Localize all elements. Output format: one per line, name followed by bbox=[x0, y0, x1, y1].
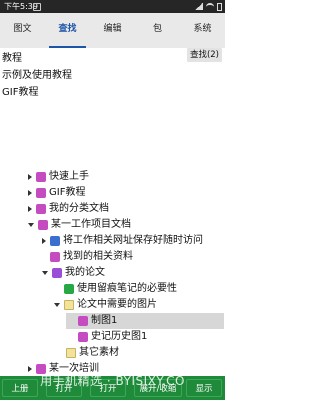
tab-bar: 图文 查找 编辑 包 系统 bbox=[0, 13, 225, 49]
tree-item[interactable]: 找到的相关资料 bbox=[50, 249, 133, 265]
tree-item-label: 某一工作项目文档 bbox=[51, 219, 131, 230]
toolbar-button-1[interactable]: 上册 bbox=[2, 379, 38, 397]
tree-item[interactable]: 史记历史图1 bbox=[78, 329, 147, 345]
document-icon bbox=[36, 172, 46, 182]
tree-item-label: 找到的相关资料 bbox=[63, 251, 133, 262]
tree-item[interactable]: 快速上手 bbox=[28, 169, 89, 185]
tree-item-label: GIF教程 bbox=[49, 187, 86, 198]
battery-icon bbox=[217, 2, 222, 11]
signal-icon bbox=[195, 3, 203, 10]
collapse-arrow-icon[interactable] bbox=[28, 223, 34, 227]
status-icons bbox=[195, 0, 222, 13]
find-count-button[interactable]: 查找(2) bbox=[186, 48, 222, 62]
document-icon bbox=[50, 252, 60, 262]
tab-edit[interactable]: 编辑 bbox=[90, 13, 135, 48]
notification-icon bbox=[33, 3, 41, 11]
expand-arrow-icon[interactable] bbox=[42, 238, 46, 244]
tree-item[interactable]: 某一工作项目文档 bbox=[28, 217, 131, 233]
tree-item-label: 将工作相关网址保存好随时访问 bbox=[63, 235, 203, 246]
tree-item-label: 某一次培训 bbox=[49, 363, 99, 374]
tree-item-label: 我的分类文档 bbox=[49, 203, 109, 214]
document-icon bbox=[36, 188, 46, 198]
collapse-arrow-icon[interactable] bbox=[42, 271, 48, 275]
document-tree: 快速上手 GIF教程 我的分类文档 某一工作项目文档 将工作相关网址保存好随时访… bbox=[0, 166, 225, 376]
tree-item-label: 制图1 bbox=[91, 315, 118, 326]
collapse-arrow-icon[interactable] bbox=[54, 303, 60, 307]
tab-tuwen[interactable]: 图文 bbox=[0, 13, 45, 48]
wifi-icon bbox=[206, 2, 214, 11]
tree-item[interactable]: 将工作相关网址保存好随时访问 bbox=[42, 233, 203, 249]
doc-line: 教程 bbox=[2, 53, 22, 64]
tab-package[interactable]: 包 bbox=[135, 13, 180, 48]
document-icon bbox=[36, 204, 46, 214]
tree-item-selected[interactable]: 制图1 bbox=[66, 313, 224, 329]
folder-icon bbox=[66, 348, 76, 358]
toolbar-button-2[interactable]: 打开 bbox=[46, 379, 82, 397]
document-icon bbox=[38, 220, 48, 230]
bottom-toolbar: 上册 打开 打开 展开/收缩 显示 bbox=[0, 376, 225, 400]
tab-find[interactable]: 查找 bbox=[45, 13, 90, 48]
folder-icon bbox=[64, 300, 74, 310]
toolbar-button-open[interactable]: 打开 bbox=[90, 379, 126, 397]
document-icon bbox=[36, 364, 46, 374]
document-icon bbox=[52, 268, 62, 278]
tree-item[interactable]: 某一次培训 bbox=[28, 361, 99, 376]
doc-line: 示例及使用教程 bbox=[2, 70, 72, 81]
expand-arrow-icon[interactable] bbox=[28, 206, 32, 212]
expand-arrow-icon[interactable] bbox=[28, 190, 32, 196]
image-icon bbox=[78, 316, 88, 326]
link-icon bbox=[50, 236, 60, 246]
tree-item-label: 论文中需要的图片 bbox=[77, 299, 157, 310]
document-text-area[interactable]: 教程 示例及使用教程 GIF教程 查找(2) bbox=[0, 48, 225, 166]
tab-system[interactable]: 系统 bbox=[180, 13, 225, 48]
status-bar: 下午5:39 bbox=[0, 0, 225, 13]
expand-arrow-icon[interactable] bbox=[28, 366, 32, 372]
tree-item-label: 快速上手 bbox=[49, 171, 89, 182]
image-icon bbox=[78, 332, 88, 342]
tree-item-label: 其它素材 bbox=[79, 347, 119, 358]
tree-item[interactable]: 使用留痕笔记的必要性 bbox=[64, 281, 177, 297]
tree-item[interactable]: GIF教程 bbox=[28, 185, 85, 201]
tree-item-label: 我的论文 bbox=[65, 267, 105, 278]
note-icon bbox=[64, 284, 74, 294]
doc-line: GIF教程 bbox=[2, 87, 39, 98]
toolbar-button-expand[interactable]: 展开/收缩 bbox=[134, 379, 182, 397]
toolbar-button-show[interactable]: 显示 bbox=[186, 379, 222, 397]
tree-item[interactable]: 其它素材 bbox=[66, 345, 119, 361]
tree-item-label: 使用留痕笔记的必要性 bbox=[77, 283, 177, 294]
tree-item[interactable]: 我的分类文档 bbox=[28, 201, 109, 217]
expand-arrow-icon[interactable] bbox=[28, 174, 32, 180]
tree-item-label: 史记历史图1 bbox=[91, 331, 148, 342]
tree-item[interactable]: 我的论文 bbox=[42, 265, 105, 281]
tree-item[interactable]: 论文中需要的图片 bbox=[54, 297, 157, 313]
